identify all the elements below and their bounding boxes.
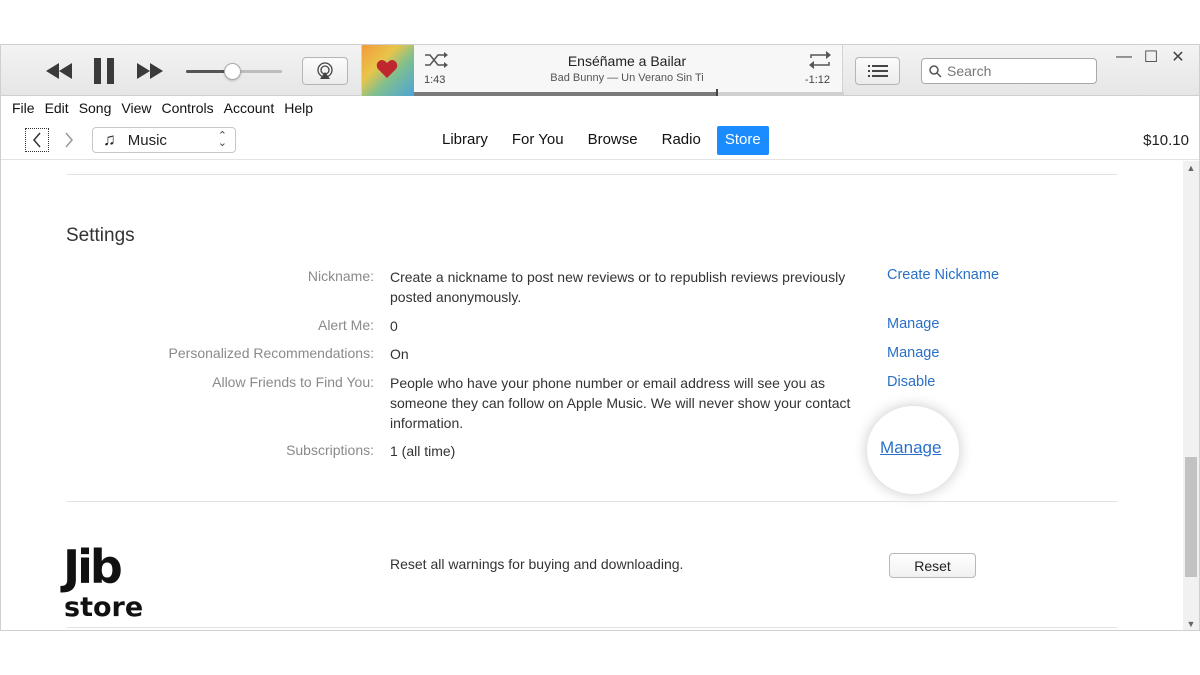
elapsed-time: 1:43 bbox=[424, 74, 446, 86]
reset-button[interactable]: Reset bbox=[889, 553, 976, 578]
player-bar: 1:43 Enséñame a Bailar Bad Bunny — Un Ve… bbox=[1, 45, 1199, 98]
personalized-recommendations-label: Personalized Recommendations: bbox=[168, 345, 374, 361]
song-title: Enséñame a Bailar bbox=[567, 53, 687, 69]
scroll-up-arrow-icon[interactable]: ▲ bbox=[1183, 161, 1199, 175]
divider bbox=[67, 627, 1117, 628]
menu-account[interactable]: Account bbox=[224, 100, 275, 116]
fast-forward-button[interactable] bbox=[134, 58, 166, 84]
tab-library[interactable]: Library bbox=[434, 126, 496, 155]
create-nickname-link[interactable]: Create Nickname bbox=[887, 267, 999, 283]
now-playing-display: 1:43 Enséñame a Bailar Bad Bunny — Un Ve… bbox=[361, 45, 844, 98]
account-balance[interactable]: $10.10 bbox=[1143, 132, 1189, 149]
back-button[interactable] bbox=[25, 128, 49, 152]
logo-line-1: Jib bbox=[63, 540, 123, 594]
vertical-scrollbar[interactable]: ▲ ▼ bbox=[1183, 161, 1199, 630]
volume-slider[interactable] bbox=[186, 63, 282, 80]
minimize-button[interactable]: — bbox=[1111, 47, 1137, 67]
settings-heading: Settings bbox=[66, 225, 135, 246]
scrollbar-thumb[interactable] bbox=[1185, 457, 1197, 577]
allow-friends-value: People who have your phone number or ema… bbox=[390, 375, 851, 431]
forward-button[interactable] bbox=[57, 128, 81, 152]
subscriptions-label: Subscriptions: bbox=[286, 442, 374, 458]
rewind-icon bbox=[46, 63, 72, 79]
rewind-button[interactable] bbox=[43, 58, 75, 84]
album-artwork[interactable] bbox=[362, 45, 414, 96]
tab-browse[interactable]: Browse bbox=[580, 126, 646, 155]
maximize-button[interactable]: ☐ bbox=[1138, 47, 1164, 67]
chevron-right-icon bbox=[65, 132, 73, 148]
alert-me-label: Alert Me: bbox=[317, 317, 374, 333]
menu-controls[interactable]: Controls bbox=[161, 100, 213, 116]
search-icon bbox=[929, 64, 942, 78]
nickname-value: Create a nickname to post new reviews or… bbox=[390, 269, 846, 305]
tab-bar: Library For You Browse Radio Store bbox=[434, 126, 777, 155]
tab-store[interactable]: Store bbox=[716, 126, 769, 155]
menu-file[interactable]: File bbox=[12, 100, 35, 116]
subscriptions-value: 1 (all time) bbox=[390, 443, 456, 459]
chevron-up-down-icon: ⌃ ⌄ bbox=[217, 130, 227, 149]
menu-bar: File Edit Song View Controls Account Hel… bbox=[1, 96, 1199, 120]
media-kind-select[interactable]: ♫ Music ⌃ ⌄ bbox=[92, 127, 236, 153]
logo-line-2: store bbox=[64, 592, 144, 623]
scroll-down-arrow-icon[interactable]: ▼ bbox=[1183, 617, 1199, 630]
account-settings-content: Settings Nickname: Create a nickname to … bbox=[1, 161, 1183, 630]
personalized-recommendations-value: On bbox=[390, 346, 409, 362]
divider bbox=[67, 501, 1117, 502]
heart-artwork-icon bbox=[376, 60, 398, 78]
allow-friends-label: Allow Friends to Find You: bbox=[212, 374, 374, 390]
fast-forward-icon bbox=[137, 63, 163, 79]
search-box[interactable] bbox=[921, 58, 1097, 84]
close-button[interactable]: ✕ bbox=[1165, 47, 1191, 67]
list-icon bbox=[867, 65, 888, 77]
alert-me-manage-link[interactable]: Manage bbox=[887, 316, 939, 332]
search-input[interactable] bbox=[947, 63, 1087, 79]
divider bbox=[67, 174, 1117, 175]
song-artist-album[interactable]: Bad Bunny — Un Verano Sin Ti bbox=[482, 72, 772, 84]
reset-warnings-text: Reset all warnings for buying and downlo… bbox=[390, 556, 684, 572]
jib-store-logo: Jib store bbox=[63, 541, 149, 631]
menu-song[interactable]: Song bbox=[79, 100, 112, 116]
volume-knob[interactable] bbox=[224, 63, 242, 80]
menu-view[interactable]: View bbox=[121, 100, 151, 116]
shuffle-icon[interactable] bbox=[424, 52, 448, 68]
up-next-button[interactable] bbox=[855, 57, 900, 85]
navigation-bar: ♫ Music ⌃ ⌄ Library For You Browse Radio … bbox=[1, 120, 1199, 160]
pause-button[interactable] bbox=[89, 55, 119, 87]
airplay-icon bbox=[317, 62, 333, 79]
repeat-icon[interactable] bbox=[808, 50, 832, 70]
menu-edit[interactable]: Edit bbox=[45, 100, 69, 116]
tab-radio[interactable]: Radio bbox=[654, 126, 709, 155]
media-kind-label: Music bbox=[127, 131, 167, 149]
tab-for-you[interactable]: For You bbox=[504, 126, 572, 155]
airplay-button[interactable] bbox=[302, 57, 348, 85]
itunes-window: 1:43 Enséñame a Bailar Bad Bunny — Un Ve… bbox=[0, 44, 1200, 631]
subscriptions-manage-link[interactable]: Manage bbox=[880, 438, 941, 458]
recommendations-manage-link[interactable]: Manage bbox=[887, 345, 939, 361]
nickname-label: Nickname: bbox=[307, 268, 374, 284]
menu-help[interactable]: Help bbox=[284, 100, 313, 116]
chevron-left-icon bbox=[33, 132, 41, 148]
pause-icon bbox=[94, 58, 114, 84]
alert-me-value: 0 bbox=[390, 318, 398, 334]
remaining-time: -1:12 bbox=[804, 74, 830, 86]
music-note-icon: ♫ bbox=[103, 130, 116, 149]
allow-friends-disable-link[interactable]: Disable bbox=[887, 374, 935, 390]
